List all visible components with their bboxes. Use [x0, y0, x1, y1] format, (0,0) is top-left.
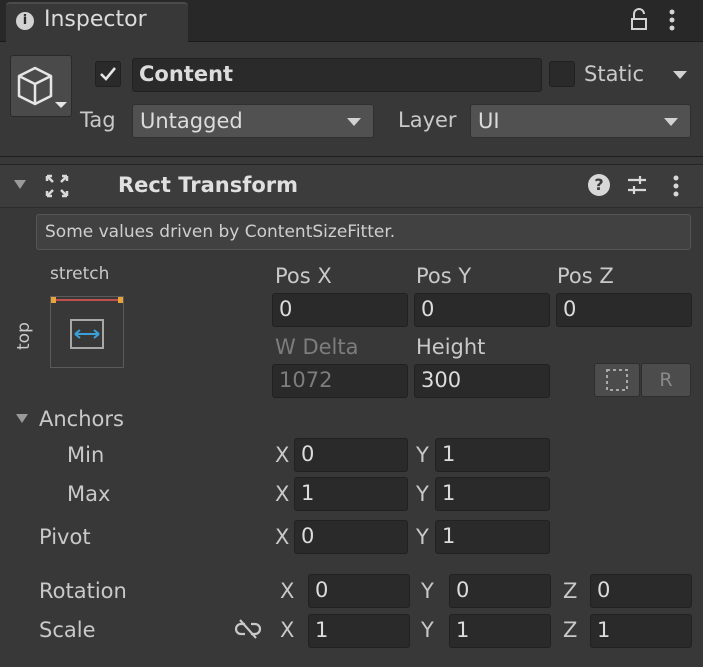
pivot-y-label: Y [416, 525, 429, 549]
static-checkbox[interactable] [549, 61, 575, 87]
scale-x-field[interactable]: 1 [308, 614, 410, 648]
layer-dropdown[interactable]: UI [470, 104, 691, 138]
scale-y-field[interactable]: 1 [449, 614, 551, 648]
raw-edit-label: R [659, 369, 673, 391]
layer-dropdown-icon [664, 118, 678, 126]
info-icon: i [16, 12, 34, 30]
help-icon[interactable]: ? [588, 174, 610, 196]
rotation-y-field[interactable]: 0 [449, 574, 551, 608]
raw-edit-button[interactable]: R [641, 363, 691, 397]
anchor-min-x-label: X [275, 443, 290, 467]
anchor-max-y-field[interactable]: 1 [435, 477, 550, 511]
scale-x-label: X [280, 618, 295, 642]
anchor-preset-icon [51, 297, 123, 349]
pivot-y-field[interactable]: 1 [435, 520, 550, 554]
layer-label: Layer [398, 108, 457, 132]
static-dropdown-icon[interactable] [673, 71, 687, 79]
anchor-preset-vertical-label: top [14, 322, 34, 350]
anchor-max-y-label: Y [416, 482, 429, 506]
pos-z-label: Pos Z [557, 264, 614, 288]
tag-dropdown[interactable]: Untagged [132, 104, 374, 138]
anchor-max-x-label: X [275, 482, 290, 506]
anchor-min-x-field[interactable]: 0 [294, 438, 408, 472]
dropdown-caret-icon [55, 102, 67, 108]
pos-y-label: Pos Y [416, 264, 472, 288]
anchor-min-label: Min [67, 443, 105, 467]
rotation-x-field[interactable]: 0 [308, 574, 410, 608]
pivot-x-label: X [275, 525, 290, 549]
driven-values-helpbox: Some values driven by ContentSizeFitter. [36, 214, 691, 250]
component-menu-icon[interactable] [670, 174, 682, 198]
anchor-max-x-field[interactable]: 1 [294, 477, 408, 511]
active-checkbox[interactable] [95, 61, 121, 87]
tag-value: Untagged [140, 109, 243, 133]
inspector-tab-title: Inspector [44, 7, 147, 32]
pivot-label: Pivot [39, 525, 91, 549]
rotation-z-field[interactable]: 0 [590, 574, 692, 608]
presets-icon[interactable] [626, 174, 648, 196]
height-label: Height [416, 335, 486, 359]
scale-z-field[interactable]: 1 [590, 614, 692, 648]
object-name-field[interactable]: Content [132, 58, 542, 92]
scale-z-label: Z [563, 618, 578, 642]
blueprint-icon [606, 369, 628, 391]
height-field[interactable]: 300 [414, 364, 550, 398]
rotation-label: Rotation [39, 579, 127, 603]
component-title: Rect Transform [118, 173, 299, 197]
rotation-z-label: Z [563, 579, 578, 603]
rect-transform-icon [44, 173, 70, 199]
blueprint-mode-button[interactable] [594, 363, 640, 397]
foldout-arrow-icon[interactable] [14, 180, 26, 189]
anchor-min-y-label: Y [416, 443, 429, 467]
anchor-max-label: Max [67, 482, 111, 506]
lock-icon[interactable] [628, 8, 650, 32]
anchors-label[interactable]: Anchors [39, 407, 124, 431]
rotation-y-label: Y [421, 579, 434, 603]
anchor-preset-horizontal-label: stretch [50, 264, 110, 284]
w-delta-field: 1072 [272, 364, 408, 398]
pivot-x-field[interactable]: 0 [294, 520, 408, 554]
scale-y-label: Y [421, 618, 434, 642]
anchors-foldout-icon[interactable] [16, 414, 28, 423]
anchor-min-y-field[interactable]: 1 [435, 438, 550, 472]
pos-x-field[interactable]: 0 [272, 293, 408, 327]
cube-icon [17, 66, 67, 108]
rotation-x-label: X [280, 579, 295, 603]
static-label: Static [584, 62, 645, 86]
pos-x-label: Pos X [275, 264, 332, 288]
constrain-proportions-icon[interactable] [234, 617, 262, 641]
scale-label: Scale [39, 618, 96, 642]
checkmark-icon [100, 67, 117, 81]
tag-label: Tag [80, 108, 116, 132]
gameobject-icon-button[interactable] [10, 55, 72, 117]
layer-value: UI [478, 109, 500, 133]
tab-menu-icon[interactable] [666, 8, 678, 34]
pos-y-field[interactable]: 0 [414, 293, 550, 327]
w-delta-label: W Delta [275, 335, 359, 359]
anchor-preset-button[interactable] [50, 296, 124, 368]
header-divider [0, 156, 703, 157]
pos-z-field[interactable]: 0 [556, 293, 692, 327]
tag-dropdown-icon [347, 118, 361, 126]
